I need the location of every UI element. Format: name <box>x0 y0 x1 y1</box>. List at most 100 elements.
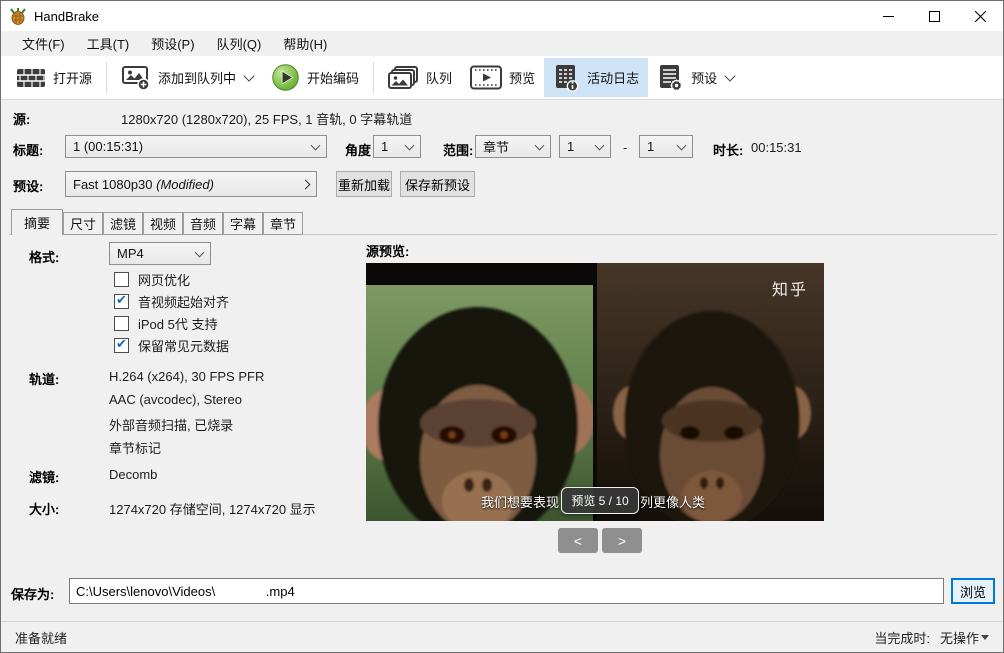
chevron-down-icon <box>243 70 254 81</box>
range-from-select[interactable]: 1 <box>559 135 611 158</box>
browse-button[interactable]: 浏览 <box>951 578 995 604</box>
queue-button[interactable]: 队列 <box>379 60 461 96</box>
activity-log-icon <box>553 63 580 92</box>
close-button[interactable] <box>957 1 1003 31</box>
presets-toolbar-button[interactable]: 预设 <box>648 58 743 97</box>
chevron-down-icon <box>724 70 735 81</box>
toolbar-separator <box>373 62 374 94</box>
chevron-down-icon <box>677 140 687 150</box>
size-label: 大小: <box>29 499 59 518</box>
tab-chapters[interactable]: 章节 <box>263 212 303 235</box>
format-label: 格式: <box>29 247 59 266</box>
status-bar: 准备就绪 当完成时: 无操作 <box>1 621 1003 652</box>
handbrake-logo-icon <box>9 7 27 25</box>
start-encode-label: 开始编码 <box>307 68 359 87</box>
preview-label: 预览 <box>509 68 535 87</box>
checkbox-row: 音视频起始对齐 <box>114 292 229 310</box>
track-audio: AAC (avcodec), Stereo <box>109 392 242 407</box>
save-as-label: 保存为: <box>11 584 54 603</box>
menu-file[interactable]: 文件(F) <box>11 31 76 56</box>
source-preview-label: 源预览: <box>366 241 409 260</box>
size-value: 1274x720 存储空间, 1274x720 显示 <box>109 499 316 518</box>
start-encode-button[interactable]: 开始编码 <box>262 58 368 97</box>
chevron-right-icon <box>301 179 311 189</box>
save-new-preset-button[interactable]: 保存新预设 <box>400 171 475 197</box>
chevron-down-icon <box>195 247 205 257</box>
add-to-queue-label: 添加到队列中 <box>158 68 236 87</box>
metadata-label: 保留常见元数据 <box>138 336 229 355</box>
activity-log-button[interactable]: 活动日志 <box>544 58 648 97</box>
add-picture-icon <box>121 64 151 91</box>
maximize-icon <box>929 11 940 22</box>
range-to-select[interactable]: 1 <box>639 135 693 158</box>
angle-select[interactable]: 1 <box>373 135 421 158</box>
tab-filters[interactable]: 滤镜 <box>103 212 143 235</box>
chimp-comparison-image <box>366 263 824 521</box>
presets-toolbar-label: 预设 <box>691 68 717 87</box>
previous-preview-button[interactable]: < <box>558 528 598 553</box>
minimize-button[interactable] <box>865 1 911 31</box>
filters-value: Decomb <box>109 467 157 482</box>
add-to-queue-button[interactable]: 添加到队列中 <box>112 59 262 96</box>
minimize-icon <box>883 11 894 22</box>
tracks-label: 轨道: <box>29 369 59 388</box>
track-subtitle: 外部音频扫描, 已烧录 <box>109 415 233 434</box>
film-strip-icon <box>16 66 46 90</box>
toolbar: 打开源 添加到队列中 开始编码 <box>1 56 1003 100</box>
tab-subtitles[interactable]: 字幕 <box>223 212 263 235</box>
angle-label: 角度 <box>345 140 371 159</box>
menu-tools[interactable]: 工具(T) <box>76 31 141 56</box>
web-optimized-checkbox[interactable] <box>114 272 129 287</box>
maximize-button[interactable] <box>911 1 957 31</box>
source-label: 源: <box>13 109 30 128</box>
preview-film-icon <box>470 65 502 90</box>
range-type-select[interactable]: 章节 <box>475 135 551 158</box>
title-select[interactable]: 1 (00:15:31) <box>65 135 327 158</box>
activity-log-label: 活动日志 <box>587 68 639 87</box>
title-bar: HandBrake <box>1 1 1003 31</box>
metadata-checkbox[interactable] <box>114 338 129 353</box>
preset-modified-flag: (Modified) <box>156 177 214 192</box>
source-value: 1280x720 (1280x720), 25 FPS, 1 音轨, 0 字幕轨… <box>121 109 412 128</box>
menu-queue[interactable]: 队列(Q) <box>206 31 273 56</box>
ipod-support-checkbox[interactable] <box>114 316 129 331</box>
burned-subtitle-left: 我们想要表现 <box>481 492 559 511</box>
status-text: 准备就绪 <box>15 628 67 647</box>
track-video: H.264 (x264), 30 FPS PFR <box>109 369 264 384</box>
tab-video[interactable]: 视频 <box>143 212 183 235</box>
tab-audio[interactable]: 音频 <box>183 212 223 235</box>
preset-select[interactable]: Fast 1080p30 (Modified) <box>65 171 317 197</box>
queue-label: 队列 <box>426 68 452 87</box>
web-optimized-label: 网页优化 <box>138 270 190 289</box>
open-source-label: 打开源 <box>53 68 92 87</box>
filters-label: 滤镜: <box>29 467 59 486</box>
checkbox-row: 保留常见元数据 <box>114 336 229 354</box>
format-select[interactable]: MP4 <box>109 242 211 265</box>
tab-summary[interactable]: 摘要 <box>11 209 63 235</box>
menu-help[interactable]: 帮助(H) <box>272 31 338 56</box>
chevron-down-icon <box>981 635 989 640</box>
window-controls <box>865 1 1003 31</box>
when-done-select[interactable]: 无操作 <box>940 628 989 647</box>
play-icon <box>271 63 300 92</box>
preview-image: 知乎 我们想要表现 列更像人类 预览 5 / 10 <box>366 263 824 521</box>
close-icon <box>975 11 986 22</box>
chevron-down-icon <box>311 140 321 150</box>
next-preview-button[interactable]: > <box>602 528 642 553</box>
open-source-button[interactable]: 打开源 <box>7 61 101 95</box>
preset-label: 预设: <box>13 176 43 195</box>
burned-subtitle-right: 列更像人类 <box>640 492 705 511</box>
checkbox-row: 网页优化 <box>114 270 190 288</box>
av-align-checkbox[interactable] <box>114 294 129 309</box>
handbrake-window: HandBrake 文件(F) 工具(T) 预设(P) 队列(Q) 帮助(H) <box>0 0 1004 653</box>
when-done-group: 当完成时: 无操作 <box>874 628 989 647</box>
preset-name: Fast 1080p30 <box>73 177 153 192</box>
preview-button[interactable]: 预览 <box>461 60 544 95</box>
tab-dimensions[interactable]: 尺寸 <box>63 212 103 235</box>
reload-preset-button[interactable]: 重新加载 <box>336 171 392 197</box>
menu-presets[interactable]: 预设(P) <box>140 31 205 56</box>
save-path-input[interactable] <box>69 578 944 604</box>
av-align-label: 音视频起始对齐 <box>138 292 229 311</box>
duration-label: 时长: <box>713 140 743 159</box>
when-done-label: 当完成时: <box>874 628 930 647</box>
